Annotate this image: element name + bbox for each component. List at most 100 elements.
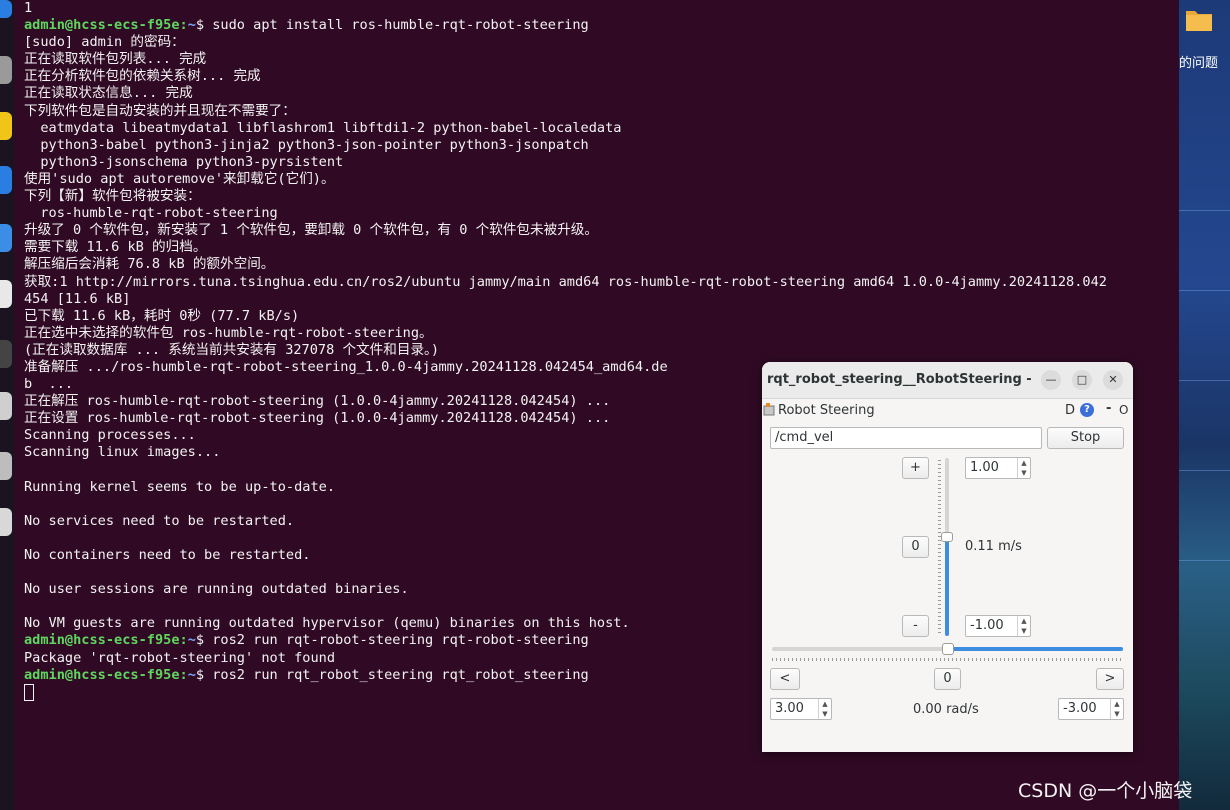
- linear-slider-fill: [945, 537, 949, 636]
- maximize-button[interactable]: □: [1072, 370, 1092, 390]
- min-linear-spinbox[interactable]: -1.00 ▲ ▼: [965, 615, 1031, 637]
- linear-slider-ticks: [938, 460, 941, 634]
- terminal-text: $ sudo apt install ros-humble-rqt-robot-…: [195, 17, 589, 34]
- max-linear-value: 1.00: [970, 460, 999, 475]
- terminal-line: 454 [11.6 kB]: [24, 291, 1107, 308]
- plugin-title: Robot Steering: [778, 403, 875, 418]
- csdn-watermark: CSDN @一个小脑袋: [1018, 780, 1193, 802]
- terminal-text: python3-jsonschema python3-pyrsistent: [24, 153, 344, 170]
- max-linear-spinbox[interactable]: 1.00 ▲ ▼: [965, 457, 1031, 479]
- terminal-line: 升级了 0 个软件包，新安装了 1 个软件包，要卸载 0 个软件包，有 0 个软…: [24, 222, 1107, 239]
- zero-linear-button[interactable]: 0: [902, 536, 929, 558]
- terminal-line: (正在读取数据库 ... 系统当前共安装有 327078 个文件和目录。): [24, 342, 1107, 359]
- app-store-dock-icon[interactable]: [0, 280, 12, 308]
- spin-arrows-icon[interactable]: ▲ ▼: [1017, 458, 1030, 478]
- close-plugin-button[interactable]: O: [1119, 403, 1128, 417]
- terminal-line: 下列【新】软件包将被安装：: [24, 188, 1107, 205]
- prompt-user: admin@hcss-ecs-f95e: [24, 666, 180, 683]
- prompt-path: ~: [187, 632, 196, 649]
- prompt-user: admin@hcss-ecs-f95e: [24, 17, 180, 34]
- terminal-text: 解压缩后会消耗 76.8 kB 的额外空间。: [24, 256, 275, 273]
- terminal-text: 正在设置 ros-humble-rqt-robot-steering (1.0.…: [24, 410, 611, 427]
- terminal-text: No VM guests are running outdated hyperv…: [24, 615, 630, 632]
- angular-slider-fill: [947, 647, 1123, 651]
- spin-arrows-icon[interactable]: ▲ ▼: [1017, 616, 1030, 636]
- terminal-text: No containers need to be restarted.: [24, 547, 311, 563]
- terminal-text: 454 [11.6 kB]: [24, 290, 131, 307]
- dock-plugin-button[interactable]: D: [1065, 403, 1075, 418]
- window-titlebar[interactable]: rqt_robot_steering__RobotSteering - ... …: [762, 362, 1133, 399]
- hide-plugin-button[interactable]: -: [1106, 401, 1111, 416]
- spin-arrows-icon[interactable]: ▲ ▼: [818, 699, 831, 719]
- terminal-text: eatmydata libeatmydata1 libflashrom1 lib…: [24, 119, 622, 136]
- terminal-dock-icon[interactable]: [0, 340, 12, 368]
- zero-angular-button[interactable]: 0: [934, 668, 961, 690]
- terminal-line: 需要下载 11.6 kB 的归档。: [24, 239, 1107, 256]
- writer-dock-icon[interactable]: [0, 166, 12, 194]
- prompt-separator: :: [179, 632, 188, 649]
- increase-linear-button[interactable]: +: [902, 457, 929, 479]
- turn-right-button[interactable]: >: [1096, 668, 1124, 690]
- terminal-text: 正在读取状态信息... 完成: [24, 85, 193, 102]
- desktop-folder-label[interactable]: 的问题: [1179, 52, 1218, 71]
- min-angular-spinbox[interactable]: -3.00 ▲ ▼: [1058, 698, 1124, 720]
- terminal-line: 正在分析软件包的依赖关系树... 完成: [24, 68, 1107, 85]
- minimize-button[interactable]: —: [1041, 370, 1061, 390]
- terminal-text: python3-babel python3-jinja2 python3-jso…: [24, 136, 589, 153]
- prompt-path: ~: [187, 17, 196, 34]
- folder-icon[interactable]: [1185, 6, 1213, 32]
- terminal-line: 下列软件包是自动安装的并且现在不需要了：: [24, 103, 1107, 120]
- browser-dock-icon[interactable]: [0, 0, 12, 18]
- help-icon[interactable]: ?: [1080, 403, 1094, 417]
- angular-slider-ticks: [772, 658, 1123, 661]
- music-dock-icon[interactable]: [0, 112, 12, 140]
- trash-dock-icon[interactable]: [0, 508, 12, 536]
- terminal-text: 1: [24, 0, 33, 16]
- terminal-text: 下列【新】软件包将被安装：: [24, 188, 201, 205]
- terminal-line: [sudo] admin 的密码：: [24, 34, 1107, 51]
- linear-velocity-readout: 0.11 m/s: [965, 539, 1022, 554]
- drive-dock-icon[interactable]: [0, 392, 12, 420]
- terminal-text: b ...: [24, 376, 74, 393]
- terminal-text: 正在分析软件包的依赖关系树... 完成: [24, 68, 261, 85]
- linear-slider-handle[interactable]: [941, 532, 953, 543]
- max-angular-spinbox[interactable]: 3.00 ▲ ▼: [770, 698, 832, 720]
- ubuntu-dock: [0, 0, 14, 810]
- window-title: rqt_robot_steering__RobotSteering - ...: [767, 372, 1037, 387]
- stop-button[interactable]: Stop: [1047, 427, 1124, 449]
- terminal-line: python3-jsonschema python3-pyrsistent: [24, 154, 1107, 171]
- terminal-text: 获取:1 http://mirrors.tuna.tsinghua.edu.cn…: [24, 273, 1107, 290]
- terminal-text: Scanning linux images...: [24, 444, 221, 461]
- terminal-text: ros-humble-rqt-robot-steering: [24, 205, 278, 222]
- spin-arrows-icon[interactable]: ▲ ▼: [1110, 699, 1123, 719]
- desktop-background: 的问题: [1179, 0, 1230, 810]
- decrease-linear-button[interactable]: -: [902, 615, 929, 637]
- terminal-text: 准备解压 .../ros-humble-rqt-robot-steering_1…: [24, 358, 668, 375]
- files-dock-icon[interactable]: [0, 56, 12, 84]
- settings-dock-icon[interactable]: [0, 452, 12, 480]
- terminal-text: 下列软件包是自动安装的并且现在不需要了：: [24, 102, 296, 119]
- terminal-line: ros-humble-rqt-robot-steering: [24, 205, 1107, 222]
- terminal-line: 已下载 11.6 kB，耗时 0秒 (77.7 kB/s): [24, 308, 1107, 325]
- topic-input[interactable]: /cmd_vel: [770, 427, 1042, 449]
- terminal-text: Scanning processes...: [24, 427, 196, 444]
- rqt-robot-steering-window: rqt_robot_steering__RobotSteering - ... …: [762, 362, 1133, 752]
- terminal-line: 正在选中未选择的软件包 ros-humble-rqt-robot-steerin…: [24, 325, 1107, 342]
- terminal-text: 正在读取软件包列表... 完成: [24, 51, 207, 68]
- terminal-line: 正在读取状态信息... 完成: [24, 85, 1107, 102]
- help-dock-icon[interactable]: [0, 224, 12, 252]
- terminal-text: Package 'rqt-robot-steering' not found: [24, 649, 335, 666]
- prompt-separator: :: [179, 666, 188, 683]
- terminal-line: admin@hcss-ecs-f95e:~$ sudo apt install …: [24, 17, 1107, 34]
- angular-velocity-readout: 0.00 rad/s: [913, 702, 979, 717]
- terminal-text: 正在选中未选择的软件包 ros-humble-rqt-robot-steerin…: [24, 324, 433, 341]
- angular-slider-handle[interactable]: [941, 643, 954, 655]
- terminal-text: [sudo] admin 的密码：: [24, 34, 185, 51]
- terminal-text: 使用'sudo apt autoremove'来卸载它(它们)。: [24, 170, 335, 187]
- turn-left-button[interactable]: <: [770, 668, 800, 690]
- terminal-text: No services need to be restarted.: [24, 512, 295, 529]
- terminal-line: 获取:1 http://mirrors.tuna.tsinghua.edu.cn…: [24, 274, 1107, 291]
- terminal-text: 升级了 0 个软件包，新安装了 1 个软件包，要卸载 0 个软件包，有 0 个软…: [24, 222, 598, 239]
- close-button[interactable]: ✕: [1103, 370, 1123, 390]
- terminal-text: No user sessions are running outdated bi…: [24, 581, 409, 598]
